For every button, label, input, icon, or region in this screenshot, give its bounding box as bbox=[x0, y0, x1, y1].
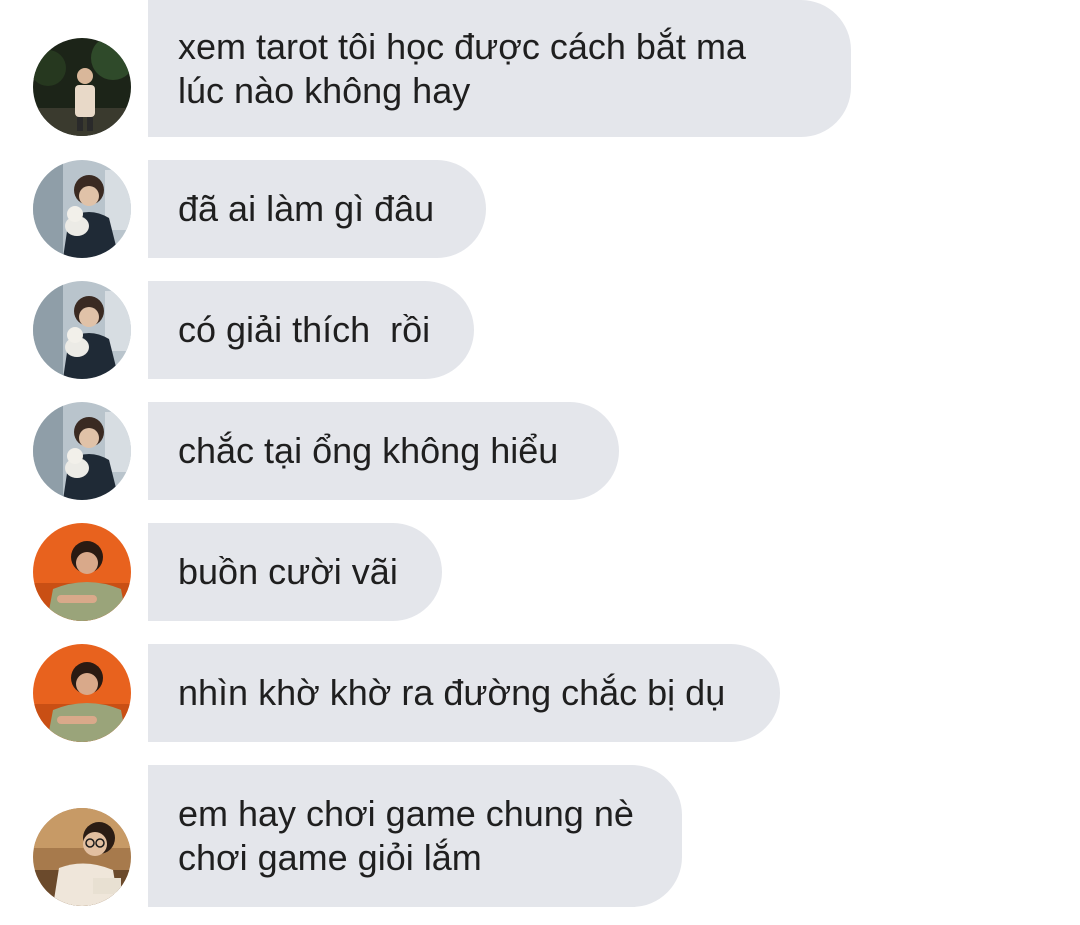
message-text: em hay chơi game chung nè bbox=[178, 793, 634, 834]
avatar-person-orange[interactable] bbox=[33, 644, 131, 742]
avatar-person-night[interactable] bbox=[33, 38, 131, 136]
message-text: chơi game giỏi lắm bbox=[178, 837, 482, 878]
message-bubble[interactable]: có giải thích rồi bbox=[148, 281, 474, 379]
message-text: xem tarot tôi học được cách bắt ma bbox=[178, 25, 746, 67]
message-bubble[interactable]: chắc tại ổng không hiểu bbox=[148, 402, 619, 500]
avatar-person-dog[interactable] bbox=[33, 160, 131, 258]
message-text: đã ai làm gì đâu bbox=[178, 188, 435, 229]
message-bubble[interactable]: buồn cười vãi bbox=[148, 523, 442, 621]
message-bubble[interactable]: nhìn khờ khờ ra đường chắc bị dụ bbox=[148, 644, 780, 742]
message-bubble[interactable]: em hay chơi game chung nè chơi game giỏi… bbox=[148, 765, 682, 907]
message-text: nhìn khờ khờ ra đường chắc bị dụ bbox=[178, 672, 726, 713]
avatar-person-glasses[interactable] bbox=[33, 808, 131, 906]
avatar-person-orange[interactable] bbox=[33, 523, 131, 621]
avatar-person-dog[interactable] bbox=[33, 281, 131, 379]
message-bubble[interactable]: đã ai làm gì đâu bbox=[148, 160, 486, 258]
chat-thread: xem tarot tôi học được cách bắt ma lúc n… bbox=[0, 0, 1080, 925]
message-text: buồn cười vãi bbox=[178, 551, 398, 592]
message-text: lúc nào không hay bbox=[178, 69, 471, 111]
avatar-person-dog[interactable] bbox=[33, 402, 131, 500]
message-text: chắc tại ổng không hiểu bbox=[178, 430, 559, 471]
message-bubble[interactable]: xem tarot tôi học được cách bắt ma lúc n… bbox=[148, 0, 851, 137]
message-text: có giải thích rồi bbox=[178, 309, 431, 350]
